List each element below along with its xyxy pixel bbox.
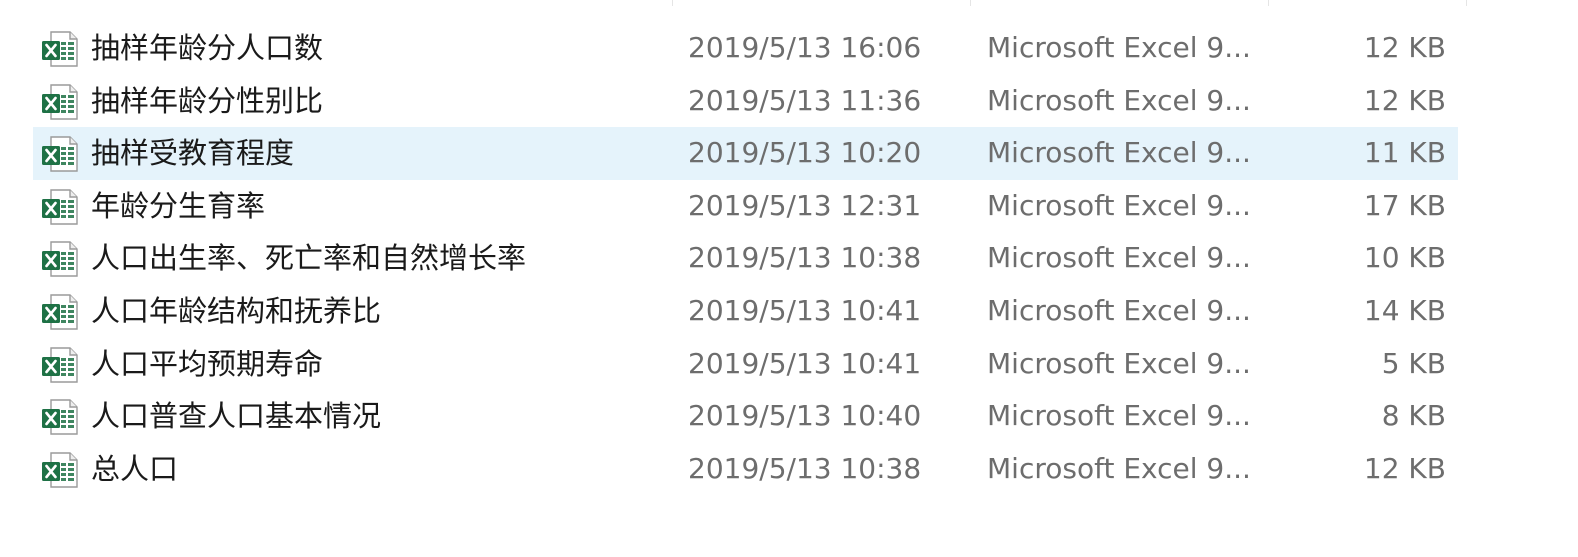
file-row[interactable]: 人口普查人口基本情况 2019/5/13 10:40 Microsoft Exc… <box>33 390 1458 443</box>
file-type: Microsoft Excel 9... <box>987 241 1251 275</box>
file-type: Microsoft Excel 9... <box>987 83 1251 117</box>
file-size: 8 KB <box>1381 399 1446 433</box>
file-type: Microsoft Excel 9... <box>987 451 1251 485</box>
excel-file-icon <box>41 398 79 436</box>
column-divider[interactable] <box>1466 0 1467 6</box>
date-modified: 2019/5/13 10:20 <box>688 136 922 170</box>
file-row[interactable]: 抽样年龄分人口数 2019/5/13 16:06 Microsoft Excel… <box>33 22 1458 75</box>
file-name: 抽样年龄分性别比 <box>91 83 324 118</box>
file-row[interactable]: 人口年龄结构和抚养比 2019/5/13 10:41 Microsoft Exc… <box>33 285 1458 338</box>
file-size: 12 KB <box>1363 31 1446 64</box>
file-list: 抽样年龄分人口数 2019/5/13 16:06 Microsoft Excel… <box>33 22 1458 495</box>
file-name: 总人口 <box>91 451 179 486</box>
file-name: 人口年龄结构和抚养比 <box>91 293 382 328</box>
file-name: 人口普查人口基本情况 <box>91 399 382 434</box>
file-size: 11 KB <box>1363 136 1446 170</box>
file-type: Microsoft Excel 9... <box>987 346 1251 380</box>
file-row[interactable]: 总人口 2019/5/13 10:38 Microsoft Excel 9...… <box>33 443 1458 496</box>
file-size: 10 KB <box>1363 241 1446 275</box>
file-name: 抽样年龄分人口数 <box>91 31 324 65</box>
date-modified: 2019/5/13 12:31 <box>688 188 922 222</box>
excel-file-icon <box>41 188 79 226</box>
column-divider[interactable] <box>672 0 673 6</box>
date-modified: 2019/5/13 10:38 <box>688 241 922 275</box>
file-name: 抽样受教育程度 <box>91 136 295 171</box>
file-row[interactable]: 抽样受教育程度 2019/5/13 10:20 Microsoft Excel … <box>33 127 1458 180</box>
column-divider[interactable] <box>970 0 971 6</box>
file-type: Microsoft Excel 9... <box>987 136 1251 170</box>
file-name: 人口平均预期寿命 <box>91 346 324 381</box>
file-row[interactable]: 人口出生率、死亡率和自然增长率 2019/5/13 10:38 Microsof… <box>33 232 1458 285</box>
file-row[interactable]: 年龄分生育率 2019/5/13 12:31 Microsoft Excel 9… <box>33 180 1458 233</box>
file-size: 17 KB <box>1363 188 1446 222</box>
file-type: Microsoft Excel 9... <box>987 399 1251 433</box>
excel-file-icon <box>41 346 79 384</box>
excel-file-icon <box>41 30 79 68</box>
file-size: 5 KB <box>1381 346 1446 380</box>
excel-file-icon <box>41 83 79 121</box>
file-size: 12 KB <box>1363 451 1446 485</box>
date-modified: 2019/5/13 10:38 <box>688 451 922 485</box>
file-name: 年龄分生育率 <box>91 188 266 223</box>
file-name: 人口出生率、死亡率和自然增长率 <box>91 241 527 276</box>
excel-file-icon <box>41 451 79 489</box>
date-modified: 2019/5/13 11:36 <box>688 83 922 117</box>
column-divider[interactable] <box>1268 0 1269 6</box>
date-modified: 2019/5/13 10:40 <box>688 399 922 433</box>
date-modified: 2019/5/13 10:41 <box>688 293 922 327</box>
file-type: Microsoft Excel 9... <box>987 293 1251 327</box>
excel-file-icon <box>41 135 79 173</box>
file-size: 12 KB <box>1363 83 1446 117</box>
excel-file-icon <box>41 293 79 331</box>
file-type: Microsoft Excel 9... <box>987 188 1251 222</box>
file-row[interactable]: 抽样年龄分性别比 2019/5/13 11:36 Microsoft Excel… <box>33 75 1458 128</box>
date-modified: 2019/5/13 10:41 <box>688 346 922 380</box>
file-size: 14 KB <box>1363 293 1446 327</box>
file-row[interactable]: 人口平均预期寿命 2019/5/13 10:41 Microsoft Excel… <box>33 338 1458 391</box>
excel-file-icon <box>41 240 79 278</box>
date-modified: 2019/5/13 16:06 <box>688 31 922 64</box>
file-type: Microsoft Excel 9... <box>987 31 1251 64</box>
